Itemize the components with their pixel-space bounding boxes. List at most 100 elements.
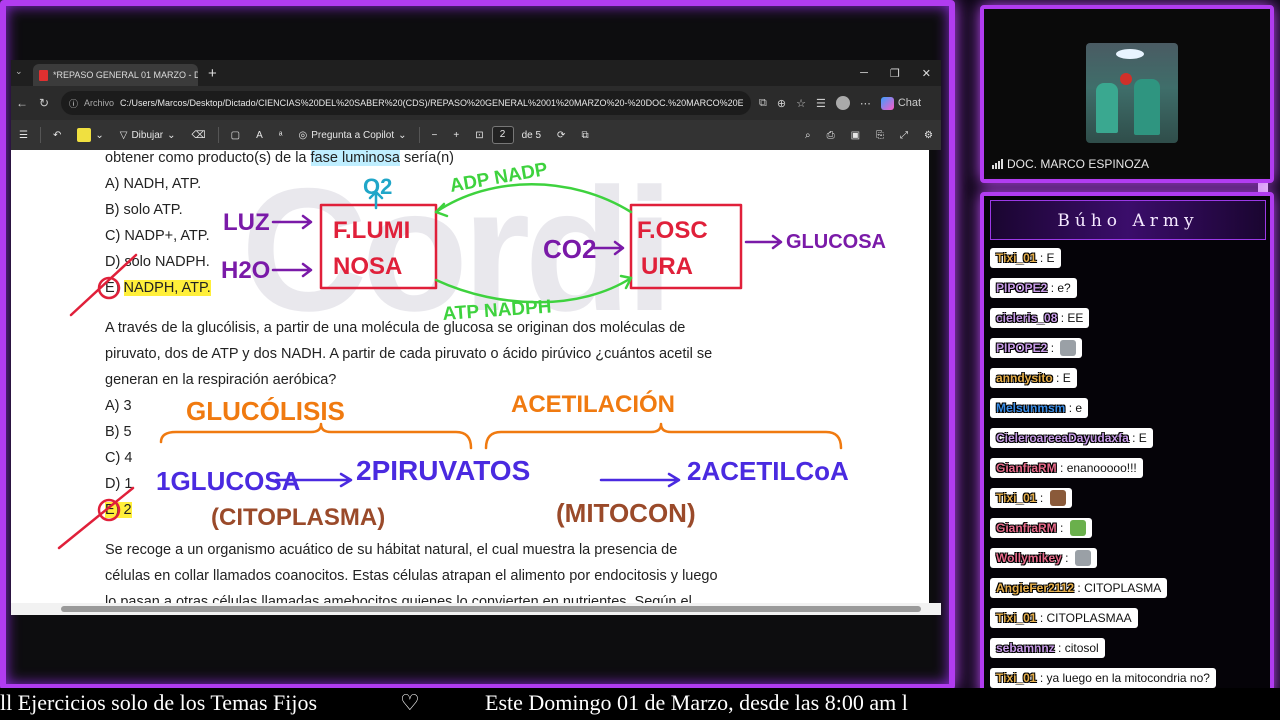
chat-separator: :: [1047, 281, 1058, 295]
new-tab-button[interactable]: +: [208, 65, 217, 82]
pepe-emote-icon: [1069, 520, 1086, 536]
back-icon[interactable]: ←: [11, 96, 33, 110]
ink-adp-nadp: ADP NADP: [448, 159, 549, 197]
draw-label: Dibujar: [131, 129, 164, 141]
chat-text: E: [1062, 371, 1071, 385]
fit-page-icon[interactable]: ⊡: [475, 130, 483, 141]
zoom-in-icon[interactable]: +: [453, 130, 459, 141]
webcam-feed: [1086, 43, 1178, 143]
chat-message: GianfraRM :: [990, 518, 1092, 538]
save-icon[interactable]: ▣: [851, 130, 860, 141]
ink-co2: CO2: [543, 234, 596, 264]
draw-button[interactable]: ▽ Dibujar ⌄: [120, 130, 176, 141]
read-aloud-icon[interactable]: ⧉: [759, 97, 767, 110]
browser-tab-pdf[interactable]: *REPASO GENERAL 01 MARZO - D ✕: [33, 64, 198, 86]
ink-h2o: H2O: [221, 257, 270, 284]
close-window-icon[interactable]: ✕: [922, 67, 931, 80]
ink-ura: URA: [641, 253, 693, 280]
chat-username[interactable]: AngieFer2112: [996, 581, 1074, 595]
chat-username[interactable]: GianfraRM: [996, 461, 1057, 475]
arrow-h2o: [271, 262, 313, 278]
ink-glucosa-right: GLUCOSA: [786, 231, 886, 253]
chat-text: CITOPLASMAA: [1046, 611, 1132, 625]
minimize-icon[interactable]: ─: [860, 67, 868, 80]
pdf-page: Cordi obtener como producto(s) de la fas…: [11, 150, 929, 603]
chat-username[interactable]: PIPOPE2: [996, 281, 1047, 295]
chat-separator: :: [1036, 671, 1047, 685]
chat-username[interactable]: PIPOPE2: [996, 341, 1047, 355]
chat-text: e: [1075, 401, 1083, 415]
copilot-button[interactable]: ◎ Pregunta a Copilot ⌄: [299, 130, 407, 141]
more-icon[interactable]: ⋯: [860, 97, 871, 110]
chat-message: PIPOPE2 : e?: [990, 278, 1077, 298]
chat-username[interactable]: Wollymikey: [996, 551, 1062, 565]
rotate-icon[interactable]: ⟳: [557, 130, 565, 141]
handwriting-layer: O2 ADP NADP LUZ H2O F.LUMI NOSA CO2 F.OS…: [57, 159, 886, 550]
undo-icon[interactable]: ↶: [53, 130, 61, 141]
chat-message: Wollymikey :: [990, 548, 1097, 568]
save-as-icon[interactable]: ⎘: [876, 130, 884, 141]
chat-message-list: Tixi_01 : E PIPOPE2 : e? cieleris_08 : EE P…: [990, 248, 1270, 694]
fullscreen-icon[interactable]: ⤢: [900, 130, 908, 141]
search-icon[interactable]: ⌕: [805, 130, 811, 141]
ink-luz: LUZ: [223, 209, 270, 236]
text-box-icon[interactable]: ▢: [231, 130, 240, 141]
chat-separator: :: [1036, 611, 1047, 625]
ink-citoplasma: (CITOPLASMA): [211, 504, 385, 531]
print-icon[interactable]: ⎙: [827, 130, 835, 141]
chat-message: GianfraRM : enanooooo!!!: [990, 458, 1143, 478]
ink-glucolisis: GLUCÓLISIS: [186, 396, 345, 426]
chat-message: Tixi_01 : ya luego en la mitocondria no?: [990, 668, 1216, 688]
maximize-icon[interactable]: ❐: [890, 67, 900, 80]
favorites-icon[interactable]: ☰: [816, 97, 826, 110]
scroll-thumb-h[interactable]: [61, 606, 921, 612]
text-size-icon[interactable]: A: [256, 130, 263, 141]
chat-username[interactable]: cieleris_08: [996, 311, 1057, 325]
chat-username[interactable]: anndysito: [996, 371, 1053, 385]
ink-nosa: NOSA: [333, 253, 402, 280]
erase-icon[interactable]: ⌫: [192, 130, 206, 141]
chat-username[interactable]: Melsunmsm: [996, 401, 1065, 415]
arrow-to-acetil: [599, 472, 681, 488]
copilot-chat-button[interactable]: Chat: [880, 96, 921, 110]
webcam-panel: DOC. MARCO ESPINOZA: [980, 5, 1274, 183]
chat-message: AngieFer2112 : CITOPLASMA: [990, 578, 1168, 598]
read-aloud-icon-2[interactable]: ᵃ: [279, 130, 283, 141]
brace-acetilacion: [484, 422, 843, 450]
profile-avatar[interactable]: [835, 96, 850, 110]
cat-emote-icon: [1060, 340, 1077, 356]
chat-username[interactable]: Tixi_01: [996, 491, 1036, 505]
chat-message: PIPOPE2 :: [990, 338, 1083, 358]
settings-gear-icon[interactable]: ⚙: [924, 130, 933, 141]
heart-icon: ♡: [400, 690, 420, 715]
signal-bars-icon: [992, 159, 1003, 169]
chat-username[interactable]: Tixi_01: [996, 251, 1036, 265]
reload-icon[interactable]: ↻: [33, 96, 55, 110]
ticker-text-right: Este Domingo 01 de Marzo, desde las 8:00…: [485, 690, 908, 715]
chat-separator: :: [1128, 431, 1139, 445]
streamer-name-tag: DOC. MARCO ESPINOZA: [992, 157, 1149, 171]
tab-list-chevron-icon[interactable]: ⌄: [15, 66, 23, 77]
zoom-out-icon[interactable]: −: [432, 130, 438, 141]
page-number-input[interactable]: 2: [491, 126, 514, 144]
chat-text: E: [1046, 251, 1055, 265]
chat-username[interactable]: sebamnnz: [996, 641, 1055, 655]
chat-username[interactable]: Tixi_01: [996, 611, 1036, 625]
page-view-icon[interactable]: ⧉: [581, 130, 588, 141]
chat-message: anndysito : E: [990, 368, 1077, 388]
chat-username[interactable]: Tixi_01: [996, 671, 1036, 685]
zoom-icon[interactable]: ⊕: [777, 97, 786, 110]
pdf-file-icon: [39, 69, 48, 81]
highlight-button[interactable]: ⌄: [77, 128, 104, 142]
chat-username[interactable]: GianfraRM: [996, 521, 1057, 535]
chat-text: CITOPLASMA: [1084, 581, 1162, 595]
chat-username[interactable]: CieleroareeaDayudaxfa: [996, 431, 1129, 445]
url-field[interactable]: ⓘ Archivo C:/Users/Marcos/Desktop/Dictad…: [61, 91, 751, 115]
contents-icon[interactable]: ☰: [19, 130, 28, 141]
copilot-icon: [880, 96, 894, 110]
favorite-star-icon[interactable]: ☆: [796, 97, 806, 110]
horizontal-scrollbar[interactable]: [11, 603, 941, 615]
chat-separator: :: [1036, 491, 1047, 505]
url-label: Archivo: [84, 98, 115, 108]
chat-text: ya luego en la mitocondria no?: [1046, 671, 1210, 685]
